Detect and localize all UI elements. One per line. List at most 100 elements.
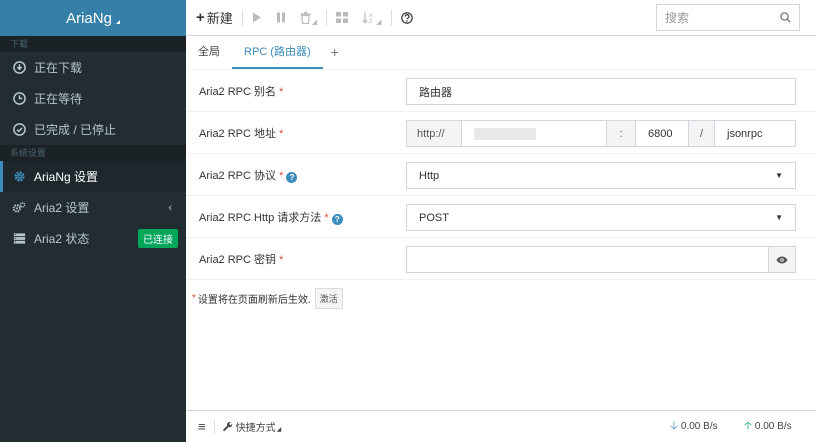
- required-mark: *: [279, 127, 284, 140]
- toolbar-divider: [241, 9, 243, 26]
- note-text: 设置将在页面刷新后生效.: [197, 295, 311, 306]
- required-mark: *: [279, 169, 284, 182]
- setting-label: Aria2 RPC 地址 *: [186, 125, 406, 141]
- setting-row-alias: Aria2 RPC 别名 * 路由器: [186, 70, 816, 112]
- display-mode-button[interactable]: [329, 0, 355, 36]
- play-icon: [252, 12, 261, 23]
- sidebar-item-label: 正在下载: [34, 61, 83, 75]
- rpc-method-value: POST: [419, 211, 449, 224]
- secret-label: Aria2 RPC 密钥: [199, 253, 277, 266]
- hamburger-menu-icon[interactable]: ≡: [186, 419, 214, 434]
- rpc-protocol-select[interactable]: Http ▼: [406, 162, 796, 189]
- sidebar-item-ariang-settings[interactable]: AriaNg 设置: [0, 161, 186, 192]
- download-speed: 🡣 0.00 B/s: [670, 417, 718, 436]
- sort-button[interactable]: AZ ◢: [355, 0, 388, 36]
- setting-row-protocol: Aria2 RPC 协议 * ? Http ▼: [186, 154, 816, 196]
- setting-label: Aria2 RPC 协议 * ?: [186, 167, 406, 183]
- sidebar-item-label: Aria2 设置: [34, 201, 90, 215]
- rpc-method-select[interactable]: POST ▼: [406, 204, 796, 231]
- wrench-icon: [222, 421, 232, 431]
- tab-global[interactable]: 全局: [186, 35, 232, 69]
- footer-divider: [213, 419, 215, 434]
- start-button[interactable]: [245, 0, 269, 36]
- logo-caret-icon: [115, 20, 120, 24]
- alias-label: Aria2 RPC 别名: [199, 85, 277, 98]
- settings-tabs: 全局 RPC (路由器) +: [186, 36, 816, 70]
- status-footer: ≡ 快捷方式 ◢ 🡣 0.00 B/s 🡡 0.00 B/s: [186, 410, 816, 442]
- caret-down-icon: ▼: [775, 171, 783, 180]
- setting-label: Aria2 RPC Http 请求方法 * ?: [186, 209, 406, 225]
- new-task-button[interactable]: + 新建: [186, 0, 240, 36]
- rpc-alias-value: 路由器: [419, 86, 452, 99]
- arrow-down-icon: 🡣: [670, 420, 678, 432]
- gear-icon: [12, 170, 26, 184]
- slash-text: /: [699, 127, 704, 140]
- sidebar-item-downloading[interactable]: 正在下载: [0, 52, 186, 83]
- rpc-protocol-prefix: http://: [406, 120, 462, 147]
- sort-caret-icon: ◢: [376, 18, 382, 26]
- help-icon[interactable]: ?: [286, 171, 298, 183]
- chevron-left-icon: ‹: [168, 201, 172, 214]
- add-rpc-tab-button[interactable]: +: [323, 35, 347, 69]
- setting-row-secret: Aria2 RPC 密钥 *: [186, 238, 816, 280]
- about-button[interactable]: [394, 0, 420, 36]
- shortcut-button[interactable]: 快捷方式 ◢: [222, 419, 281, 434]
- rpc-secret-input[interactable]: [406, 246, 769, 273]
- protocol-label: Aria2 RPC 协议: [199, 169, 277, 182]
- help-icon[interactable]: ?: [331, 213, 343, 225]
- rpc-protocol-value: Http: [419, 169, 440, 182]
- upload-speed: 🡡 0.00 B/s: [744, 417, 792, 436]
- rpc-path-value: jsonrpc: [727, 127, 763, 140]
- toolbar-divider: [390, 9, 392, 26]
- trash-icon: [300, 11, 311, 24]
- delete-caret-icon: ◢: [311, 18, 318, 26]
- question-circle-icon: [400, 11, 413, 24]
- show-secret-button[interactable]: [768, 246, 796, 273]
- connection-status-badge: 已连接: [138, 229, 178, 248]
- tab-rpc-router[interactable]: RPC (路由器): [232, 35, 323, 69]
- setting-row-method: Aria2 RPC Http 请求方法 * ? POST ▼: [186, 196, 816, 238]
- grid-icon: [336, 12, 349, 23]
- delete-button[interactable]: ◢: [293, 0, 324, 36]
- required-mark: *: [279, 85, 284, 98]
- settings-panel: Aria2 RPC 别名 * 路由器 Aria2 RPC 地址 * http:/…: [186, 70, 816, 410]
- activate-button[interactable]: 激活: [314, 288, 343, 309]
- sidebar-section-download: 下载: [0, 36, 186, 52]
- caret-down-icon: ▼: [775, 213, 783, 222]
- sort-alpha-icon: AZ: [362, 12, 373, 24]
- eye-icon: [776, 256, 788, 263]
- redacted-host: [474, 127, 536, 140]
- settings-reload-note: * 设置将在页面刷新后生效. 激活: [192, 288, 343, 309]
- rpc-alias-input[interactable]: 路由器: [406, 78, 796, 105]
- port-separator: :: [606, 120, 636, 147]
- sidebar-item-aria2-settings[interactable]: Aria2 设置 ‹: [0, 192, 186, 223]
- sidebar-item-label: AriaNg 设置: [34, 170, 99, 184]
- sidebar: AriaNg 下载 正在下载 正在等待 已完成 / 已停止 系统设置 AriaN…: [0, 0, 186, 442]
- check-circle-icon: [12, 123, 26, 137]
- pause-button[interactable]: [269, 0, 293, 36]
- method-label: Aria2 RPC Http 请求方法: [199, 211, 322, 224]
- arrow-up-icon: 🡡: [744, 420, 752, 432]
- sidebar-section-settings: 系统设置: [0, 145, 186, 161]
- sidebar-item-waiting[interactable]: 正在等待: [0, 83, 186, 114]
- required-mark: *: [192, 293, 196, 304]
- plus-icon: +: [196, 9, 205, 26]
- path-separator: /: [688, 120, 715, 147]
- sidebar-item-aria2-status[interactable]: Aria2 状态 已连接: [0, 223, 186, 254]
- rpc-path-input[interactable]: jsonrpc: [714, 120, 796, 147]
- rpc-host-input[interactable]: [461, 120, 607, 147]
- app-logo[interactable]: AriaNg: [0, 0, 186, 36]
- search-input[interactable]: 搜索: [656, 4, 800, 31]
- search-placeholder: 搜索: [665, 11, 690, 25]
- sidebar-item-stopped[interactable]: 已完成 / 已停止: [0, 114, 186, 145]
- pause-icon: [276, 12, 285, 23]
- rpc-port-input[interactable]: 6800: [635, 120, 689, 147]
- toolbar-divider: [326, 9, 328, 26]
- required-mark: *: [324, 211, 329, 224]
- sidebar-item-label: 已完成 / 已停止: [34, 123, 117, 137]
- svg-text:Z: Z: [369, 19, 373, 24]
- toolbar: + 新建 ◢ AZ ◢ 搜索: [186, 0, 816, 36]
- setting-row-address: Aria2 RPC 地址 * http:// : 6800 / jsonrpc: [186, 112, 816, 154]
- server-icon: [12, 232, 26, 246]
- arrow-circle-down-icon: [12, 61, 26, 75]
